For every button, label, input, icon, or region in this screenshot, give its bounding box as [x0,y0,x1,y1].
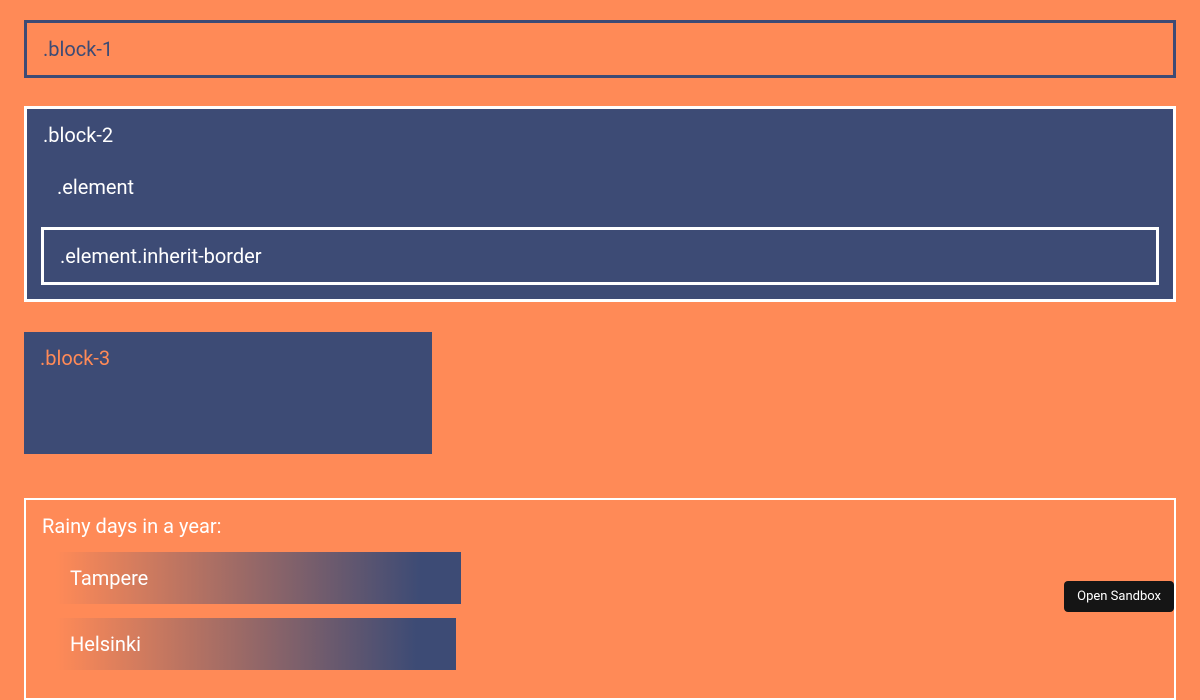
open-sandbox-button[interactable]: Open Sandbox [1064,581,1174,612]
chart-container: Rainy days in a year: Tampere Helsinki [24,498,1176,700]
block-3: .block-3 [24,332,432,454]
element-label: .element [57,175,134,199]
bar-row: Helsinki [42,618,1158,670]
block-2-label: .block-2 [41,123,1159,147]
bar-tampere: Tampere [56,552,461,604]
bar-helsinki-label: Helsinki [70,632,141,656]
chart-title: Rainy days in a year: [42,514,1158,538]
element: .element [41,161,1159,213]
bar-helsinki: Helsinki [56,618,456,670]
element-inherit-border: .element.inherit-border [41,227,1159,285]
bar-tampere-label: Tampere [70,566,148,590]
block-3-label: .block-3 [40,346,110,370]
element-inherit-border-label: .element.inherit-border [60,244,261,268]
bar-row: Tampere [42,552,1158,604]
open-sandbox-label: Open Sandbox [1077,589,1161,604]
block-1: .block-1 [24,20,1176,78]
block-2: .block-2 .element .element.inherit-borde… [24,106,1176,302]
block-1-label: .block-1 [43,37,113,61]
